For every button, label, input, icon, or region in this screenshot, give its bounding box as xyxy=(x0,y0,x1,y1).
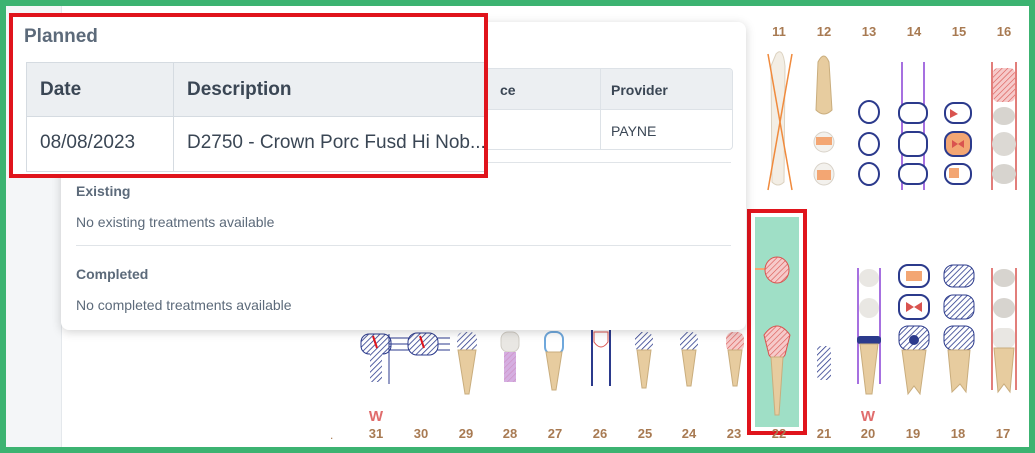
tooth-31-w-marker: W xyxy=(368,408,384,425)
tooth-number-24[interactable]: 24 xyxy=(669,426,709,441)
lower-tooth-31[interactable] xyxy=(360,333,392,382)
column-header-service: ce xyxy=(500,82,516,98)
tooth-number-15[interactable]: 15 xyxy=(939,24,979,39)
selected-tooth-fill xyxy=(747,217,799,427)
lower-tooth-28[interactable] xyxy=(500,331,520,382)
lower-tooth-30[interactable] xyxy=(388,332,450,384)
lower-tooth-20[interactable] xyxy=(857,268,881,395)
upper-tooth-14[interactable] xyxy=(898,62,928,190)
odontogram-frame: 11 12 13 14 15 16 . 31 30 29 28 27 26 25… xyxy=(6,6,1029,447)
column-header-provider: Provider xyxy=(611,82,668,98)
lower-tooth-23[interactable] xyxy=(726,332,744,387)
tooth-20-w-marker: W xyxy=(860,408,876,425)
lower-tooth-19[interactable] xyxy=(898,264,930,396)
tooth-number-23[interactable]: 23 xyxy=(714,426,754,441)
tooth-number-20[interactable]: 20 xyxy=(848,426,888,441)
upper-tooth-11[interactable] xyxy=(767,51,793,191)
lower-tooth-18[interactable] xyxy=(943,264,975,394)
lower-tooth-25[interactable] xyxy=(635,332,653,389)
tooth-number-21[interactable]: 21 xyxy=(804,426,844,441)
upper-tooth-15[interactable] xyxy=(944,102,972,185)
column-header-description: Description xyxy=(187,79,292,100)
upper-tooth-12[interactable] xyxy=(813,55,835,186)
tooth-number-18[interactable]: 18 xyxy=(938,426,978,441)
tooth-number-29[interactable]: 29 xyxy=(446,426,486,441)
tooth-22-graphic xyxy=(747,256,791,416)
lower-tooth-26[interactable] xyxy=(591,330,611,386)
tooth-number-26[interactable]: 26 xyxy=(580,426,620,441)
lower-tooth-17[interactable] xyxy=(991,268,1017,394)
tooth-number-12[interactable]: 12 xyxy=(804,24,844,39)
planned-description-cell[interactable]: D2750 - Crown Porc Fusd Hi Nob... xyxy=(187,132,484,154)
planned-title: Planned xyxy=(24,26,98,47)
tooth-number-14[interactable]: 14 xyxy=(894,24,934,39)
tooth-number-28[interactable]: 28 xyxy=(490,426,530,441)
existing-title: Existing xyxy=(76,183,131,199)
tooth-number-27[interactable]: 27 xyxy=(535,426,575,441)
upper-tooth-16[interactable] xyxy=(991,62,1017,190)
tooth-number-22[interactable]: 22 xyxy=(759,426,799,441)
lower-tooth-27[interactable] xyxy=(544,331,564,391)
lower-tooth-29[interactable] xyxy=(457,332,477,395)
planned-treatments-panel: Planned Date Description 08/08/2023 D275… xyxy=(9,13,488,178)
existing-empty-text: No existing treatments available xyxy=(76,214,275,230)
lower-tooth-21[interactable] xyxy=(817,346,831,380)
tooth-number-17[interactable]: 17 xyxy=(983,426,1023,441)
tooth-number-31[interactable]: 31 xyxy=(356,426,396,441)
column-header-date: Date xyxy=(40,79,82,100)
tooth-number-30[interactable]: 30 xyxy=(401,426,441,441)
provider-cell: PAYNE xyxy=(611,123,657,139)
lower-tooth-24[interactable] xyxy=(680,332,698,387)
selected-tooth-22-highlight[interactable] xyxy=(747,209,807,435)
planned-table: Date Description 08/08/2023 D2750 - Crow… xyxy=(26,62,484,172)
completed-title: Completed xyxy=(76,266,149,282)
upper-tooth-13[interactable] xyxy=(858,100,880,186)
planned-date-cell[interactable]: 08/08/2023 xyxy=(40,132,135,154)
completed-empty-text: No completed treatments available xyxy=(76,297,292,313)
separator-dot: . xyxy=(330,428,334,442)
section-divider xyxy=(76,245,731,246)
tooth-number-25[interactable]: 25 xyxy=(625,426,665,441)
tooth-number-13[interactable]: 13 xyxy=(849,24,889,39)
tooth-number-19[interactable]: 19 xyxy=(893,426,933,441)
tooth-number-16[interactable]: 16 xyxy=(984,24,1024,39)
tooth-number-11[interactable]: 11 xyxy=(759,24,799,39)
